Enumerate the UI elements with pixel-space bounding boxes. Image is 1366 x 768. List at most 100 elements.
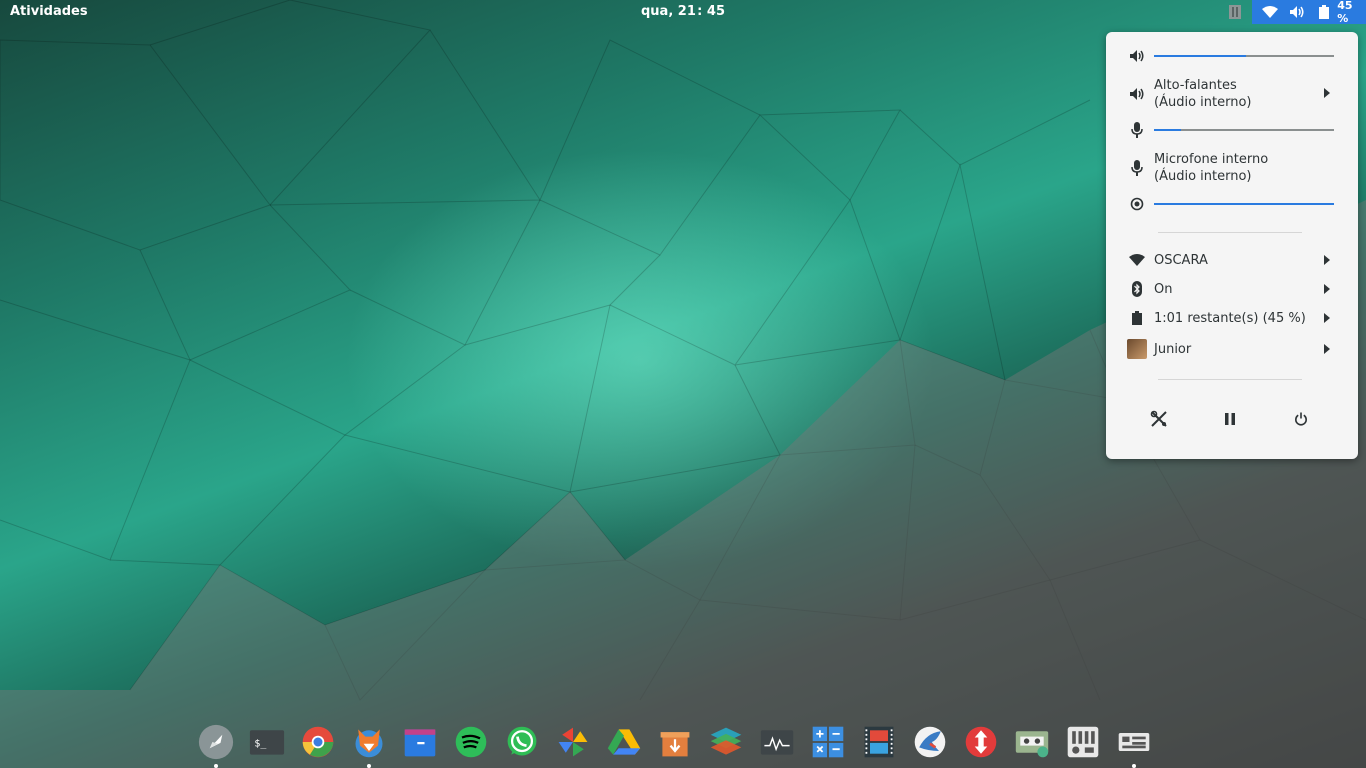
output-device-label: Alto-falantes (Áudio interno): [1154, 77, 1251, 111]
system-status-area[interactable]: 45 %: [1252, 0, 1366, 25]
brightness-icon: [1128, 195, 1146, 213]
battery-label: 1:01 restante(s) (45 %): [1154, 311, 1306, 326]
power-button[interactable]: [1286, 404, 1316, 434]
dock-item-launcher[interactable]: [196, 722, 236, 768]
output-device-name: Alto-falantes: [1154, 78, 1237, 93]
bluetooth-item[interactable]: On: [1106, 280, 1358, 300]
settings-icon: [1150, 410, 1167, 427]
svg-text:$_: $_: [254, 739, 266, 750]
system-menu: Alto-falantes (Áudio interno) Microfone …: [1106, 32, 1358, 459]
top-bar: Atividades qua, 21 : 45 45 %: [0, 0, 1366, 25]
wifi-label: OSCARA: [1154, 253, 1208, 268]
lock-pause-button[interactable]: [1215, 404, 1245, 434]
output-device-sub: (Áudio interno): [1154, 95, 1252, 110]
chevron-right-icon: [1324, 344, 1330, 354]
calculator-icon: [812, 726, 844, 758]
wifi-icon: [1128, 251, 1146, 269]
microphone-icon: [1128, 159, 1146, 177]
running-indicator: [214, 764, 218, 768]
battery-item[interactable]: 1:01 restante(s) (45 %): [1106, 309, 1358, 329]
brightness-slider[interactable]: [1154, 203, 1334, 205]
settings-app-icon: [1118, 733, 1150, 751]
whatsapp-icon: [507, 726, 537, 756]
battery-icon: [1314, 4, 1333, 20]
input-device-label: Microfone interno (Áudio interno): [1154, 151, 1268, 185]
separator: [1158, 232, 1302, 233]
terminal-icon: $_: [249, 730, 285, 755]
dock-item-photos[interactable]: [553, 722, 593, 762]
speaker-icon: [1128, 47, 1146, 65]
output-device-item[interactable]: Alto-falantes (Áudio interno): [1106, 76, 1358, 112]
battery-icon: [1128, 309, 1146, 327]
dock-item-archive[interactable]: [655, 722, 695, 762]
wifi-icon: [1260, 4, 1279, 20]
bird-app-icon: [914, 726, 946, 758]
user-item[interactable]: Junior: [1106, 338, 1358, 360]
dock-item-files[interactable]: [400, 722, 440, 762]
bluetooth-icon: [1128, 280, 1146, 298]
input-device-sub: (Áudio interno): [1154, 169, 1252, 184]
dock-item-settings-app[interactable]: [1114, 722, 1154, 768]
dock-item-drive[interactable]: [604, 722, 644, 762]
brightness-slider-fill: [1154, 203, 1334, 205]
chevron-right-icon: [1324, 255, 1330, 265]
speaker-icon: [1128, 85, 1146, 103]
wifi-item[interactable]: OSCARA: [1106, 251, 1358, 271]
mic-slider-row[interactable]: [1106, 121, 1358, 139]
files-icon: [404, 729, 436, 757]
dock: $_: [196, 716, 1170, 768]
transmission-icon: [965, 726, 997, 758]
video-editor-icon: [864, 726, 894, 758]
power-icon: [1295, 412, 1307, 426]
dock-item-terminal[interactable]: $_: [247, 722, 287, 762]
separator: [1158, 379, 1302, 380]
dock-item-bird-app[interactable]: [910, 722, 950, 762]
mic-slider-fill: [1154, 129, 1181, 131]
fox-app-icon: [355, 729, 383, 758]
dock-item-calculator[interactable]: [808, 722, 848, 762]
dock-item-chrome[interactable]: [298, 722, 338, 762]
input-device-item[interactable]: Microfone interno (Áudio interno): [1106, 150, 1358, 186]
dock-item-recorder[interactable]: [1012, 722, 1052, 762]
pause-icon: [1225, 413, 1235, 425]
brightness-slider-row[interactable]: [1106, 195, 1358, 213]
dock-item-transmission[interactable]: [961, 722, 1001, 762]
chevron-right-icon: [1324, 88, 1330, 98]
launcher-icon: [198, 724, 234, 760]
mic-slider[interactable]: [1154, 129, 1334, 131]
chevron-right-icon: [1324, 284, 1330, 294]
volume-slider[interactable]: [1154, 55, 1334, 57]
dock-item-spotify[interactable]: [451, 722, 491, 762]
drive-icon: [607, 729, 641, 755]
user-avatar: [1127, 339, 1147, 359]
dock-item-fox-app[interactable]: [349, 722, 389, 768]
bluetooth-label: On: [1154, 282, 1173, 297]
tray-app-icon[interactable]: [1228, 4, 1244, 20]
input-device-name: Microfone interno: [1154, 152, 1269, 167]
archive-icon: [660, 732, 690, 757]
dock-item-video-editor[interactable]: [859, 722, 899, 762]
volume-icon: [1287, 4, 1306, 20]
dock-item-system-monitor[interactable]: [757, 722, 797, 762]
settings-button[interactable]: [1144, 404, 1174, 434]
system-monitor-icon: [760, 730, 794, 755]
running-indicator: [1132, 764, 1136, 768]
volume-slider-fill: [1154, 55, 1246, 57]
volume-slider-row[interactable]: [1106, 47, 1358, 65]
activities-button[interactable]: Atividades: [10, 4, 88, 19]
chevron-right-icon: [1324, 313, 1330, 323]
photos-icon: [558, 727, 588, 757]
dock-item-mixer[interactable]: [1063, 722, 1103, 762]
running-indicator: [367, 764, 371, 768]
spotify-icon: [455, 726, 487, 758]
battery-percentage: 45 %: [1337, 0, 1353, 25]
recorder-icon: [1015, 731, 1049, 758]
user-label: Junior: [1154, 342, 1192, 357]
mixer-icon: [1067, 726, 1099, 758]
microphone-icon: [1128, 121, 1146, 139]
dock-item-layers[interactable]: [706, 722, 746, 762]
clock[interactable]: qua, 21 : 45: [641, 4, 725, 19]
dock-item-whatsapp[interactable]: [502, 722, 542, 762]
chrome-icon: [302, 726, 334, 758]
layers-icon: [710, 727, 742, 755]
